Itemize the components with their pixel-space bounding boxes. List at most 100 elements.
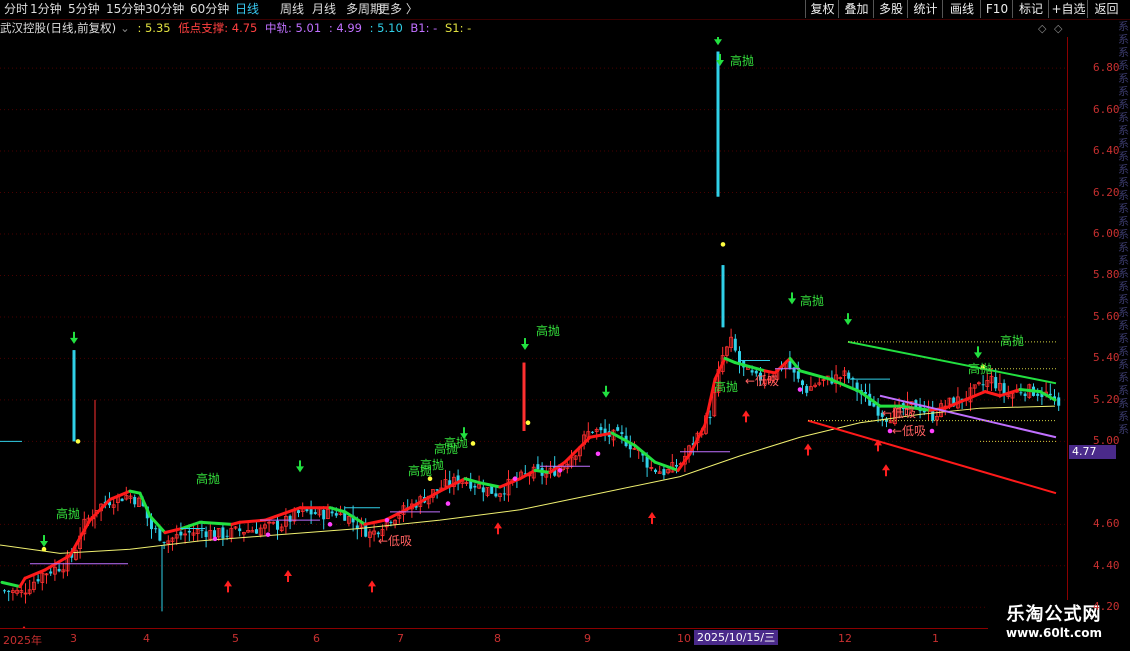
- yellow-star: [41, 546, 47, 552]
- sell-arrow-head: [974, 352, 982, 359]
- gear-icon[interactable]: ◇: [1054, 22, 1062, 35]
- candle-body: [225, 535, 229, 537]
- mid-value: 中轨: 5.01: [265, 21, 322, 35]
- period-tab-5[interactable]: 60分钟: [190, 1, 229, 18]
- candle-body: [238, 528, 242, 532]
- sell-arrow-head: [788, 298, 796, 305]
- candle-body: [502, 493, 506, 495]
- b1-value: B1: -: [410, 21, 438, 35]
- candle-body: [662, 469, 666, 476]
- indicator-info-bar: 武汉控股(日线,前复权) ⌄ : 5.35 低点支撑: 4.75 中轨: 5.01…: [0, 20, 475, 36]
- toolbar-button-5[interactable]: F10: [980, 0, 1013, 18]
- yellow-star: [720, 242, 726, 247]
- trend-segment: [610, 431, 637, 448]
- candle-body: [801, 380, 804, 386]
- buy-arrow-head: [742, 410, 750, 417]
- candle-body: [994, 377, 998, 389]
- candle-body: [616, 427, 620, 431]
- buy-arrow-head: [494, 522, 502, 529]
- sell-signal-label: 高抛: [536, 324, 561, 338]
- buy-signal-label: ←低吸: [882, 406, 917, 420]
- candle-body: [330, 511, 334, 514]
- y-tick-label: 5.60: [1093, 309, 1120, 323]
- sell-signal-label: 高抛: [420, 458, 445, 472]
- period-tab-1[interactable]: 1分钟: [30, 1, 62, 18]
- kline-chart[interactable]: [0, 37, 1068, 628]
- x-tick-label: 4: [143, 632, 150, 645]
- settings-dropdown-icon[interactable]: ⌄: [120, 21, 130, 35]
- sell-signal-label: 高抛: [196, 472, 221, 486]
- period-tab-4[interactable]: 30分钟: [145, 1, 184, 18]
- candle-body: [733, 338, 737, 351]
- candle-body: [675, 464, 678, 467]
- x-tick-label: 5: [232, 632, 239, 645]
- trend-segment: [363, 518, 387, 526]
- sell-signal-label: 高抛: [1000, 334, 1025, 348]
- candle-body: [187, 530, 191, 533]
- toolbar-button-1[interactable]: 叠加: [838, 0, 874, 18]
- candle-body: [322, 509, 326, 520]
- candle-body: [473, 485, 477, 488]
- diamond-icon[interactable]: ◇: [1038, 22, 1046, 35]
- sell-signal-label: 高抛: [968, 362, 993, 376]
- candle-body: [738, 351, 741, 364]
- candle-body: [536, 464, 540, 470]
- candle-body: [364, 524, 368, 537]
- buy-arrow-head: [224, 580, 232, 587]
- trend-segment: [1018, 388, 1042, 394]
- candle-body: [1023, 393, 1027, 397]
- magenta-dot: [445, 501, 451, 506]
- trend-segment: [138, 491, 152, 518]
- toolbar-button-2[interactable]: 多股: [873, 0, 908, 18]
- logo-line2: www.60lt.com: [1005, 626, 1103, 640]
- candle-body: [591, 431, 594, 433]
- sell-arrow-head: [296, 466, 304, 473]
- buy-signal-label: ←低吸: [892, 424, 927, 438]
- buy-arrow-head: [648, 511, 656, 518]
- candle-spike-body: [721, 265, 725, 328]
- magenta-dot: [929, 428, 935, 434]
- trend-segment: [0, 580, 22, 589]
- period-tab-6[interactable]: 日线: [235, 1, 259, 18]
- candle-body: [120, 498, 124, 502]
- y-tick-label: 6.60: [1093, 102, 1120, 116]
- candle-body: [154, 528, 158, 530]
- toolbar-button-3[interactable]: 统计: [907, 0, 943, 18]
- sell-arrow-head: [40, 541, 48, 548]
- candle-body: [204, 531, 208, 538]
- stock-title[interactable]: 武汉控股(日线,前复权): [0, 21, 116, 35]
- candle-body: [1019, 392, 1023, 394]
- sell-signal-label: 高抛: [444, 436, 469, 450]
- candle-body: [255, 529, 258, 534]
- toolbar-button-0[interactable]: 复权: [805, 0, 839, 18]
- toolbar-button-7[interactable]: +自选: [1048, 0, 1088, 18]
- toolbar-button-4[interactable]: 画线: [942, 0, 981, 18]
- candle-spike-body: [72, 350, 76, 442]
- period-tab-7[interactable]: 周线: [280, 1, 304, 18]
- period-tab-8[interactable]: 月线: [312, 1, 336, 18]
- period-tab-2[interactable]: 5分钟: [68, 1, 100, 18]
- period-tab-0[interactable]: 分时: [4, 1, 28, 18]
- candle-body: [221, 527, 225, 539]
- period-tab-9[interactable]: 多周期: [346, 1, 382, 18]
- period-tab-10[interactable]: 更多 〉: [378, 1, 418, 18]
- period-tab-3[interactable]: 15分钟: [106, 1, 145, 18]
- candle-body: [792, 367, 796, 373]
- candle-body: [481, 487, 485, 493]
- candle-body: [876, 406, 880, 416]
- candle-body: [599, 427, 603, 431]
- candle-body: [49, 571, 53, 574]
- toolbar-button-6[interactable]: 标记: [1012, 0, 1049, 18]
- candle-body: [133, 496, 137, 505]
- candle-body: [654, 469, 657, 473]
- toolbar-button-8[interactable]: 返回: [1087, 0, 1125, 18]
- side-panel-strip[interactable]: 系系系系系系系系系系系系系系系系系系系系系系系系系系系系系系系系: [1118, 20, 1130, 440]
- candle-body: [162, 541, 166, 543]
- trend-segment: [633, 444, 657, 464]
- magenta-dot: [557, 468, 563, 473]
- buy-arrow-head: [882, 464, 890, 471]
- candle-body: [435, 489, 439, 491]
- sell-signal-label: 高抛: [730, 54, 755, 68]
- y-tick-label: 4.40: [1093, 558, 1120, 572]
- buy-arrow-head: [284, 570, 292, 577]
